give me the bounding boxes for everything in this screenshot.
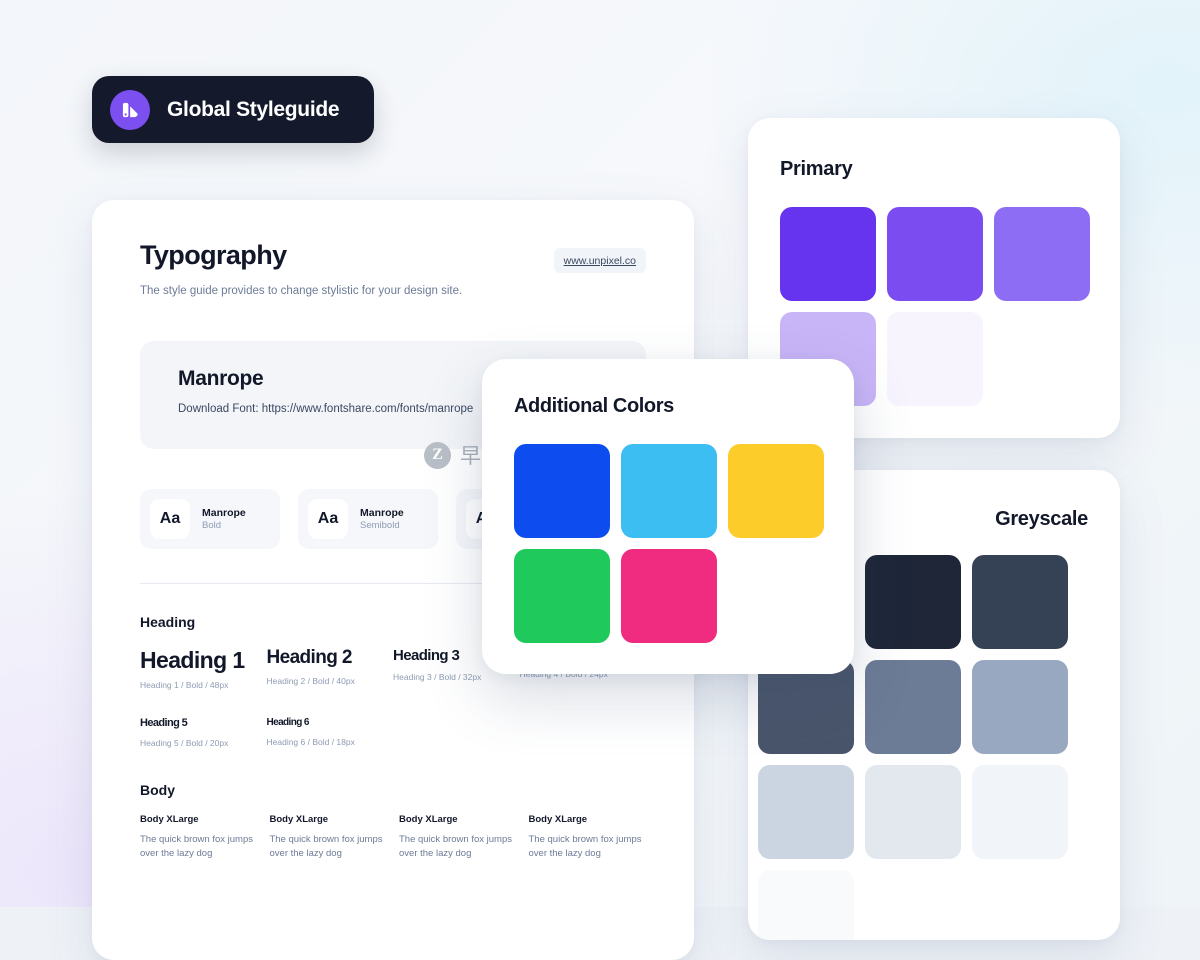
page-title: Typography — [140, 240, 287, 270]
additional-swatch[interactable] — [514, 444, 610, 538]
typography-header: Typography The style guide provides to c… — [140, 240, 646, 297]
additional-colors-title: Additional Colors — [514, 395, 674, 417]
font-weight-sample: Aa — [308, 499, 348, 539]
body-scale-item: Body XLarge The quick brown fox jumps ove… — [529, 814, 647, 862]
greyscale-swatch[interactable] — [972, 555, 1068, 649]
primary-swatch[interactable] — [887, 207, 983, 301]
page-subtitle: The style guide provides to change styli… — [140, 285, 463, 297]
font-weight-style: Bold — [202, 519, 222, 531]
body-scale-sample: The quick brown fox jumps over the lazy … — [399, 833, 512, 859]
heading-scale-item: Heading 5 Heading 5 / Bold / 20px — [140, 718, 267, 748]
greyscale-swatch[interactable] — [865, 555, 961, 649]
heading-scale-item: Heading 2 Heading 2 / Bold / 40px — [267, 648, 394, 690]
font-weight-family: Manrope — [202, 506, 246, 519]
primary-swatch[interactable] — [994, 207, 1090, 301]
body-scale-grid: Body XLarge The quick brown fox jumps ove… — [140, 814, 646, 862]
heading-scale-item: Heading 1 Heading 1 / Bold / 48px — [140, 648, 267, 690]
site-link-badge[interactable]: www.unpixel.co — [553, 248, 646, 273]
heading-meta: Heading 6 / Bold / 18px — [266, 736, 355, 747]
heading-scale-item: Heading 6 Heading 6 / Bold / 18px — [267, 718, 394, 748]
additional-swatch[interactable] — [621, 444, 717, 538]
font-weight-meta: Manrope Semibold — [360, 506, 404, 533]
primary-swatch[interactable] — [780, 207, 876, 301]
color-swatch-icon — [110, 89, 150, 130]
heading-sample: Heading 2 — [266, 647, 353, 668]
greyscale-swatch[interactable] — [865, 660, 961, 754]
heading-meta: Heading 2 / Bold / 40px — [266, 675, 355, 686]
greyscale-swatch[interactable] — [758, 765, 854, 859]
font-weight-card[interactable]: Aa Manrope Bold — [140, 489, 280, 549]
greyscale-swatch[interactable] — [972, 660, 1068, 754]
heading-meta: Heading 5 / Bold / 20px — [140, 737, 229, 748]
additional-swatch[interactable] — [514, 549, 610, 643]
body-scale-name: Body XLarge — [528, 813, 588, 825]
brand-title: Global Styleguide — [167, 97, 340, 121]
additional-swatch[interactable] — [728, 444, 824, 538]
font-weight-card[interactable]: Aa Manrope Semibold — [298, 489, 438, 549]
heading-sample: Heading 6 — [266, 717, 310, 729]
brand-pill[interactable]: Global Styleguide — [92, 76, 374, 143]
body-scale-sample: The quick brown fox jumps over the lazy … — [140, 833, 253, 859]
greyscale-swatch[interactable] — [758, 660, 854, 754]
body-scale-sample: The quick brown fox jumps over the lazy … — [528, 833, 642, 859]
heading-sample: Heading 1 — [140, 647, 245, 673]
font-weight-meta: Manrope Bold — [202, 506, 246, 533]
typography-heading-block: Typography The style guide provides to c… — [140, 240, 462, 297]
greyscale-swatch[interactable] — [972, 765, 1068, 859]
additional-swatch-grid — [514, 444, 844, 643]
primary-title: Primary — [780, 158, 853, 180]
primary-swatch[interactable] — [887, 312, 983, 406]
font-weight-family: Manrope — [360, 506, 404, 519]
font-weight-sample: Aa — [150, 499, 190, 539]
body-section-label: Body — [140, 781, 175, 798]
body-scale-name: Body XLarge — [140, 813, 199, 825]
body-scale-name: Body XLarge — [269, 813, 329, 825]
greyscale-swatch[interactable] — [865, 765, 961, 859]
heading-meta: Heading 1 / Bold / 48px — [140, 680, 229, 691]
body-scale-item: Body XLarge The quick brown fox jumps ove… — [270, 814, 388, 862]
body-scale-name: Body XLarge — [399, 813, 458, 825]
heading-sample: Heading 5 — [140, 717, 188, 730]
additional-swatch[interactable] — [621, 549, 717, 643]
body-scale-item: Body XLarge The quick brown fox jumps ove… — [140, 814, 258, 862]
additional-colors-card: Additional Colors — [482, 359, 854, 674]
body-scale-item: Body XLarge The quick brown fox jumps ove… — [399, 814, 517, 862]
greyscale-swatch[interactable] — [758, 870, 854, 940]
body-scale-sample: The quick brown fox jumps over the lazy … — [269, 833, 383, 859]
font-weight-style: Semibold — [360, 519, 400, 531]
